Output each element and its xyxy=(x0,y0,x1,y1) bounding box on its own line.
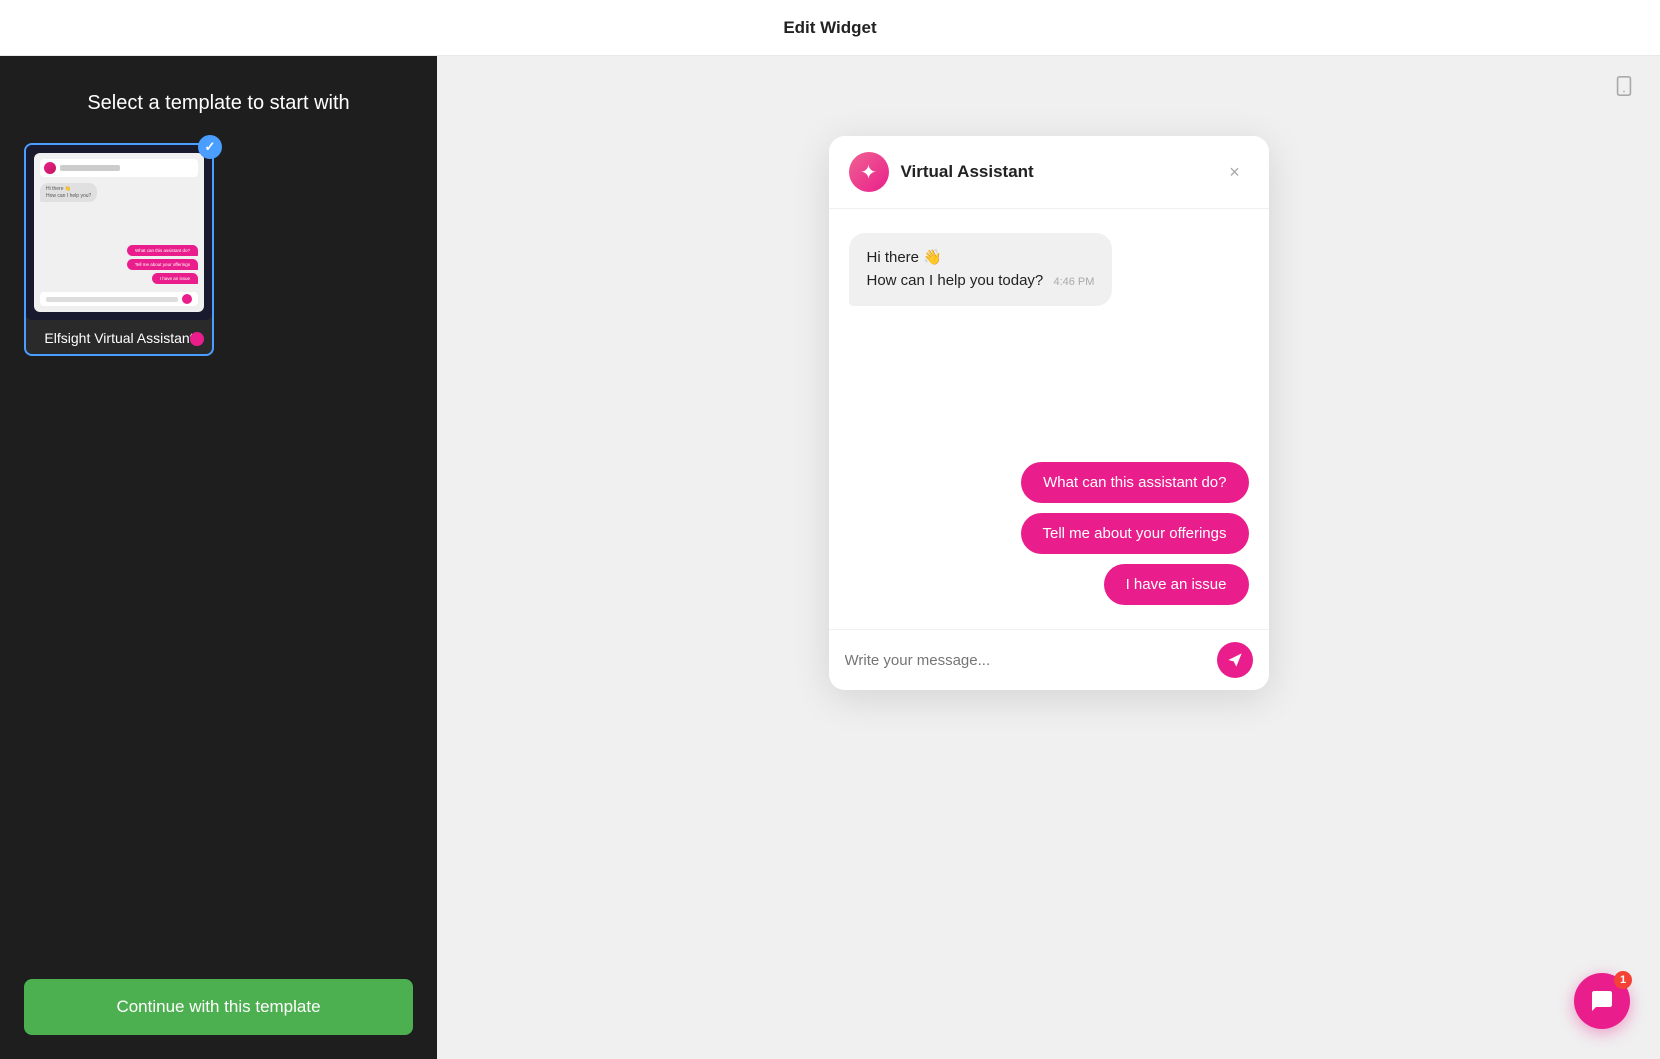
top-bar: Edit Widget xyxy=(0,0,1660,56)
left-panel-heading: Select a template to start with xyxy=(24,92,413,115)
chat-bubble-icon xyxy=(1590,989,1614,1013)
received-bubble-text: Hi there 👋How can I help you today? xyxy=(867,249,1048,289)
mini-chat-footer xyxy=(40,292,198,306)
chat-close-button[interactable]: × xyxy=(1221,158,1249,186)
mini-user-bubble-2: Tell me about your offerings xyxy=(127,259,198,270)
quick-replies: What can this assistant do? Tell me abou… xyxy=(849,462,1249,613)
quick-reply-btn-2[interactable]: Tell me about your offerings xyxy=(1021,513,1249,554)
mini-send-icon xyxy=(182,294,192,304)
right-panel: ✦ Virtual Assistant × Hi there 👋How can … xyxy=(437,56,1660,1059)
mini-user-bubble-1: What can this assistant do? xyxy=(127,245,198,256)
mini-title-bar xyxy=(60,165,120,171)
chat-widget: ✦ Virtual Assistant × Hi there 👋How can … xyxy=(829,136,1269,690)
mini-chat-header xyxy=(40,159,198,177)
mini-greeting-row: Hi there 👋How can I help you? xyxy=(40,183,198,202)
close-icon: × xyxy=(1229,162,1240,183)
chat-avatar: ✦ xyxy=(849,152,889,192)
template-card-elfsight[interactable]: ✓ Hi there 👋How can I help you? What can… xyxy=(24,143,214,356)
chat-title: Virtual Assistant xyxy=(901,162,1221,182)
continue-button[interactable]: Continue with this template xyxy=(24,979,413,1035)
mini-user-bubbles: What can this assistant do? Tell me abou… xyxy=(40,245,198,284)
chat-input[interactable] xyxy=(845,652,1207,669)
mini-avatar-icon xyxy=(44,162,56,174)
chat-send-button[interactable] xyxy=(1217,642,1253,678)
chat-header: ✦ Virtual Assistant × xyxy=(829,136,1269,209)
mini-chat-preview: Hi there 👋How can I help you? What can t… xyxy=(34,153,204,312)
sparkle-icon: ✦ xyxy=(860,160,877,185)
template-card-preview: Hi there 👋How can I help you? What can t… xyxy=(26,145,212,320)
mini-user-bubble-3: I have an issue xyxy=(152,273,198,284)
send-icon xyxy=(1227,652,1243,668)
left-panel: Select a template to start with ✓ Hi the… xyxy=(0,56,437,1059)
quick-reply-btn-3[interactable]: I have an issue xyxy=(1104,564,1249,605)
mini-input-placeholder xyxy=(46,297,178,302)
chat-footer xyxy=(829,629,1269,690)
mini-greeting-bubble: Hi there 👋How can I help you? xyxy=(40,183,97,202)
selected-check-badge: ✓ xyxy=(198,135,222,159)
template-grid: ✓ Hi there 👋How can I help you? What can… xyxy=(24,143,413,356)
chat-body: Hi there 👋How can I help you today? 4:46… xyxy=(829,209,1269,629)
fab-button[interactable]: 1 xyxy=(1574,973,1630,1029)
page-title: Edit Widget xyxy=(783,18,876,38)
received-message-wrap: Hi there 👋How can I help you today? 4:46… xyxy=(849,233,1249,306)
template-card-label: Elfsight Virtual Assistant xyxy=(26,320,212,354)
fab-notification-badge: 1 xyxy=(1614,971,1632,989)
received-bubble: Hi there 👋How can I help you today? 4:46… xyxy=(849,233,1113,306)
bubble-timestamp: 4:46 PM xyxy=(1053,276,1094,288)
quick-reply-btn-1[interactable]: What can this assistant do? xyxy=(1021,462,1248,503)
mobile-preview-icon[interactable] xyxy=(1608,70,1640,102)
main-layout: Select a template to start with ✓ Hi the… xyxy=(0,56,1660,1059)
